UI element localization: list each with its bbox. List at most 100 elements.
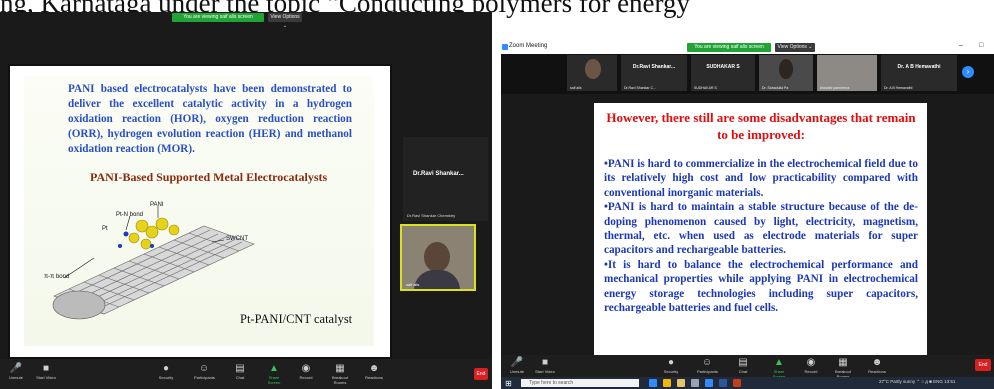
label-pt: Pt: [102, 226, 108, 232]
breakout-rooms-icon: ▦: [335, 363, 345, 374]
participant-subname: Dr.Ravi Shankar Chemistry: [407, 213, 456, 218]
toolbar-label: Record: [299, 375, 313, 380]
unmute-button[interactable]: 🎤 Unmute: [507, 357, 527, 374]
video-person: [424, 242, 450, 272]
toolbar-label: Unmute: [509, 369, 524, 374]
edge-icon[interactable]: [649, 379, 657, 387]
share-screen-button[interactable]: ▲Share Screen: [769, 357, 789, 379]
window-title: Zoom Meeting: [509, 43, 548, 49]
participant-thumb[interactable]: Dr.Ravi Shankar... Dr.Ravi Shankar C...: [621, 55, 687, 91]
chat-button[interactable]: ▤ Chat: [733, 357, 753, 374]
cnt-diagram: [52, 206, 255, 320]
start-video-button[interactable]: ■ Start Video: [535, 357, 555, 374]
record-icon: ◉: [806, 357, 816, 368]
thumb-name: Dr. A B Hemavathi: [884, 86, 913, 90]
participants-icon: ☺: [701, 357, 713, 368]
shared-slide: However, there still are some disadvanta…: [594, 103, 927, 365]
start-video-button[interactable]: ■ Start Video: [36, 363, 56, 380]
thumb-name: saif alis: [570, 86, 582, 90]
windows-taskbar: ⊞ Type here to search 27°C Partly sunny …: [501, 377, 994, 389]
thumb-name: bhavani parmerma: [820, 86, 850, 90]
participant-thumb[interactable]: Dr. Sahadulla Pa: [759, 55, 813, 91]
toolbar-label: Reactions: [868, 369, 886, 374]
word-icon[interactable]: [719, 379, 727, 387]
window-titlebar: Zoom Meeting You are viewing saif alis s…: [501, 42, 994, 54]
toolbar-label: Share Screen: [267, 375, 281, 385]
toolbar-label: Participants: [194, 375, 215, 380]
system-tray: 27°C Partly sunny ⌃ ○ д ■ ENG 13:51: [879, 379, 956, 384]
video-tile[interactable]: saif alis: [400, 224, 476, 291]
breakout-rooms-button[interactable]: ▦Breakout Rooms: [833, 357, 853, 379]
taskbar-search-input[interactable]: Type here to search: [521, 379, 639, 387]
zoom-logo-icon: [502, 44, 508, 50]
participant-thumb[interactable]: saif alis: [567, 55, 617, 91]
thumb-title: Dr.Ravi Shankar...: [632, 64, 676, 70]
participants-button[interactable]: ☺ Participants: [697, 357, 718, 374]
chrome-icon[interactable]: [663, 379, 671, 387]
end-button[interactable]: End: [474, 368, 488, 380]
zoom-app-icon[interactable]: [705, 379, 713, 387]
record-button[interactable]: ◉ Record: [801, 357, 821, 374]
share-banner: You are viewing saif alis screen: [172, 13, 264, 22]
slide-caption: Pt-PANI/CNT catalyst: [240, 312, 353, 326]
toolbar-label: Start Video: [535, 369, 555, 374]
breakout-rooms-icon: ▦: [838, 357, 848, 368]
label-pi-pi-bond: π-π bond: [44, 274, 70, 280]
thumb-name: SUDHAKAR S: [694, 86, 717, 90]
thumb-name: Dr. Sahadulla Pa: [762, 86, 789, 90]
windows-start-icon[interactable]: ⊞: [505, 379, 514, 388]
powerpoint-icon[interactable]: [733, 379, 741, 387]
video-camera-icon: ■: [541, 357, 549, 368]
security-button[interactable]: ● Security: [156, 363, 176, 380]
zoom-window-left: You are viewing saif alis screen View Op…: [0, 12, 492, 389]
reactions-icon: ☻: [871, 357, 883, 368]
zoom-window-right: Zoom Meeting You are viewing saif alis s…: [501, 42, 994, 389]
shield-icon: ●: [162, 363, 170, 374]
label-pani: PANI: [150, 202, 164, 208]
chat-button[interactable]: ▤ Chat: [230, 363, 250, 380]
video-tile-name: saif alis: [406, 282, 420, 287]
minimize-icon[interactable]: –: [959, 42, 963, 49]
end-button[interactable]: End: [975, 359, 991, 371]
toolbar-label: Breakout Rooms: [331, 375, 348, 385]
toolbar-label: Security: [663, 369, 679, 374]
record-button[interactable]: ◉ Record: [296, 363, 316, 380]
chat-icon: ▤: [235, 363, 245, 374]
share-banner: You are viewing saif alis screen: [687, 43, 771, 52]
toolbar-label: Security: [158, 375, 174, 380]
participants-button[interactable]: ☺ Participants: [194, 363, 215, 380]
security-button[interactable]: ● Security: [661, 357, 681, 374]
file-explorer-icon[interactable]: [677, 379, 685, 387]
participants-icon: ☺: [198, 363, 210, 374]
toolbar-label: Record: [804, 369, 818, 374]
slide-subtitle: PANI-Based Supported Metal Electrocataly…: [90, 170, 328, 184]
video-person: [779, 59, 793, 79]
view-options-button[interactable]: View Options ⌄: [775, 43, 815, 52]
shared-slide: PANI based electrocatalysts have been de…: [8, 64, 392, 359]
participant-thumb[interactable]: bhavani parmerma: [817, 55, 877, 91]
breakout-rooms-button[interactable]: ▦Breakout Rooms: [330, 363, 350, 385]
participant-thumb[interactable]: SUDHAKAR S SUDHAKAR S: [691, 55, 755, 91]
unmute-button[interactable]: 🎤 Unmute: [6, 363, 26, 380]
participant-name: Dr.Ravi Shankar...: [413, 171, 464, 177]
view-options-button[interactable]: View Options ⌄: [268, 13, 302, 29]
slide-paragraph: PANI based electrocatalysts have been de…: [68, 83, 352, 155]
label-swcnt: SWCNT: [226, 236, 248, 242]
toolbar-label: Chat: [235, 375, 245, 380]
chat-icon: ▤: [738, 357, 748, 368]
video-person: [585, 59, 601, 79]
toolbar-label: Participants: [697, 369, 718, 374]
participant-tile[interactable]: Dr.Ravi Shankar... Dr.Ravi Shankar Chemi…: [403, 137, 488, 221]
next-page-icon[interactable]: ›: [962, 66, 974, 78]
microphone-icon: 🎤: [9, 363, 23, 374]
meeting-toolbar: 🎤 Unmute ■ Start Video ● Security ☺ Particip…: [0, 359, 492, 389]
share-screen-button[interactable]: ▲Share Screen: [264, 363, 284, 385]
maximize-icon[interactable]: □: [979, 42, 983, 49]
participant-thumb[interactable]: Dr. A B Hemavathi Dr. A B Hemavathi: [881, 55, 957, 91]
slide-body: •PANI is hard to commercialize in the el…: [604, 158, 918, 315]
video-shoulders: [414, 270, 460, 289]
reactions-button[interactable]: ☻ Reactions: [364, 363, 384, 380]
toolbar-label: Unmute: [8, 375, 23, 380]
settings-icon[interactable]: [691, 379, 699, 387]
reactions-button[interactable]: ☻ Reactions: [867, 357, 887, 374]
